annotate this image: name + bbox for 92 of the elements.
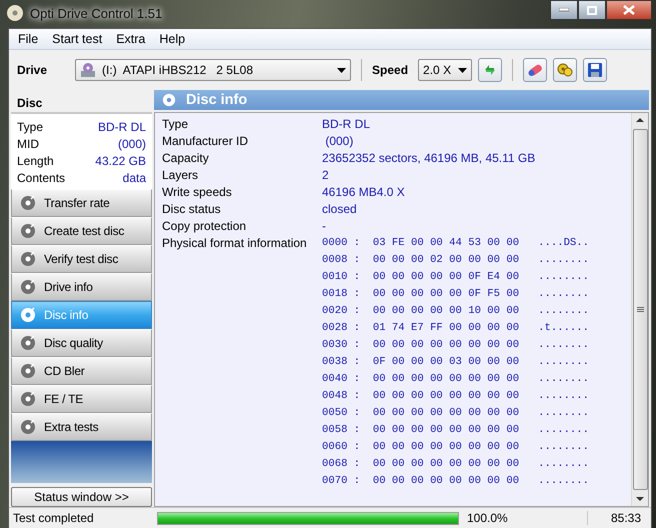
menu-item[interactable]: Extra xyxy=(109,30,152,48)
hex-line: 0000 : 03 FE 00 00 44 53 00 00 ....DS.. xyxy=(322,236,590,251)
eraser-icon xyxy=(527,62,544,78)
save-icon xyxy=(587,62,604,78)
caret-icon xyxy=(337,68,346,72)
window-title: Opti Drive Control 1.51 xyxy=(30,6,164,20)
property-value: 43.22 GB xyxy=(95,154,146,168)
nav-button[interactable]: Drive info xyxy=(11,273,152,301)
disc-icon xyxy=(20,419,36,435)
hex-line: 0008 : 00 00 00 02 00 00 00 00 ........ xyxy=(322,253,590,268)
field-value: 46196 MB4.0 X xyxy=(322,184,405,201)
hex-line: 0038 : 0F 00 00 00 03 00 00 00 ........ xyxy=(322,355,590,370)
menu-item[interactable]: File xyxy=(11,30,46,48)
erase-button[interactable] xyxy=(523,58,548,82)
hex-line: 0030 : 00 00 00 00 00 00 00 00 ........ xyxy=(322,338,590,353)
field-value: 2 xyxy=(322,167,329,184)
hex-line: 0058 : 00 00 00 00 00 00 00 00 ........ xyxy=(322,423,590,438)
field-value: (000) xyxy=(324,133,354,150)
menu-item[interactable]: Help xyxy=(152,30,192,48)
speed-value: 2.0 X xyxy=(423,63,452,77)
speed-dropdown[interactable]: 2.0 X xyxy=(418,59,472,81)
panel-header: Disc info xyxy=(154,90,649,110)
field-label: Capacity xyxy=(162,150,210,167)
disc-icon xyxy=(20,363,36,379)
disc-icon xyxy=(6,4,24,22)
grip-icon xyxy=(636,306,644,312)
disc-icon xyxy=(20,335,36,351)
nav-button[interactable]: Create test disc xyxy=(11,217,152,245)
hex-line: 0010 : 00 00 00 00 00 0F E4 00 ........ xyxy=(322,270,590,285)
menu-item[interactable]: Start test xyxy=(45,30,110,48)
hex-line: 0068 : 00 00 00 00 00 00 00 00 ........ xyxy=(322,457,590,472)
field-value: 23652352 sectors, 46196 MB, 45.11 GB xyxy=(322,150,536,167)
elapsed-time: 85:33 xyxy=(610,511,642,525)
scroll-thumb[interactable] xyxy=(632,129,648,490)
hex-line: 0020 : 00 00 00 00 00 10 00 00 ........ xyxy=(322,304,590,319)
hex-line: 0070 : 00 00 00 00 00 00 00 00 ........ xyxy=(322,474,590,489)
scrollbar[interactable] xyxy=(631,113,648,506)
field-label: Copy protection xyxy=(162,218,248,235)
field-value: closed xyxy=(322,201,357,218)
field-label: Type xyxy=(162,116,190,133)
hex-line: 0018 : 00 00 00 00 00 0F F5 00 ........ xyxy=(322,287,590,302)
field-label: Write speeds xyxy=(162,184,233,201)
field-label: Layers xyxy=(162,167,200,184)
save-button[interactable] xyxy=(583,58,608,82)
settings-button[interactable] xyxy=(553,58,578,82)
nav-button[interactable]: Extra tests xyxy=(11,413,152,441)
drive-icon xyxy=(80,62,96,78)
field-label: Physical format information xyxy=(162,235,308,252)
disc-icon xyxy=(20,195,36,211)
close-button[interactable] xyxy=(606,0,652,20)
property-label: Contents xyxy=(17,170,66,184)
field-label: Manufacturer ID xyxy=(162,133,250,150)
hex-line: 0048 : 00 00 00 00 00 00 00 00 ........ xyxy=(322,389,590,404)
caret-icon xyxy=(458,68,468,72)
property-label: Length xyxy=(17,154,54,168)
disc-icon xyxy=(162,93,176,107)
hex-line: 0060 : 00 00 00 00 00 00 00 00 ........ xyxy=(322,440,590,455)
property-value: BD-R DL xyxy=(98,120,146,134)
field-label: Disc status xyxy=(162,201,222,218)
property-label: MID xyxy=(17,136,39,150)
minimize-button[interactable] xyxy=(550,0,578,20)
disc-icon xyxy=(20,391,36,407)
drive-dropdown[interactable]: (I:) ATAPI iHBS212 2 5L08 xyxy=(75,59,352,81)
drive-name: ATAPI iHBS212 2 5L08 xyxy=(122,63,253,77)
nav-button[interactable]: CD Bler xyxy=(11,357,152,385)
speed-label: Speed xyxy=(372,63,408,77)
property-label: Type xyxy=(17,120,44,134)
disc-icon xyxy=(20,251,36,267)
hex-line: 0028 : 01 74 E7 FF 00 00 00 00 .t...... xyxy=(322,321,590,336)
maximize-icon xyxy=(587,6,597,14)
drive-label: Drive xyxy=(17,63,48,77)
minimize-icon xyxy=(559,8,569,12)
field-value: - xyxy=(322,218,326,235)
hex-line: 0040 : 00 00 00 00 00 00 00 00 ........ xyxy=(322,372,590,387)
status-window-button[interactable]: Status window >> xyxy=(11,487,152,507)
property-value: (000) xyxy=(118,136,146,150)
status-message: Test completed xyxy=(12,511,95,525)
nav-button[interactable]: FE / TE xyxy=(11,385,152,413)
property-value: data xyxy=(122,170,146,184)
drive-letter: (I:) xyxy=(102,63,117,77)
disc-icon xyxy=(20,307,36,323)
maximize-button[interactable] xyxy=(578,0,606,20)
nav-button[interactable]: Disc quality xyxy=(11,329,152,357)
refresh-button[interactable] xyxy=(478,58,502,82)
nav-button[interactable]: Verify test disc xyxy=(11,245,152,273)
disc-icon xyxy=(20,223,36,239)
disc-icon xyxy=(20,279,36,295)
hex-line: 0050 : 00 00 00 00 00 00 00 00 ........ xyxy=(322,406,590,421)
close-icon xyxy=(623,5,635,15)
field-value: BD-R DL xyxy=(322,116,370,133)
progress-percent: 100.0% xyxy=(463,511,588,525)
nav-button[interactable]: Transfer rate xyxy=(11,189,152,217)
